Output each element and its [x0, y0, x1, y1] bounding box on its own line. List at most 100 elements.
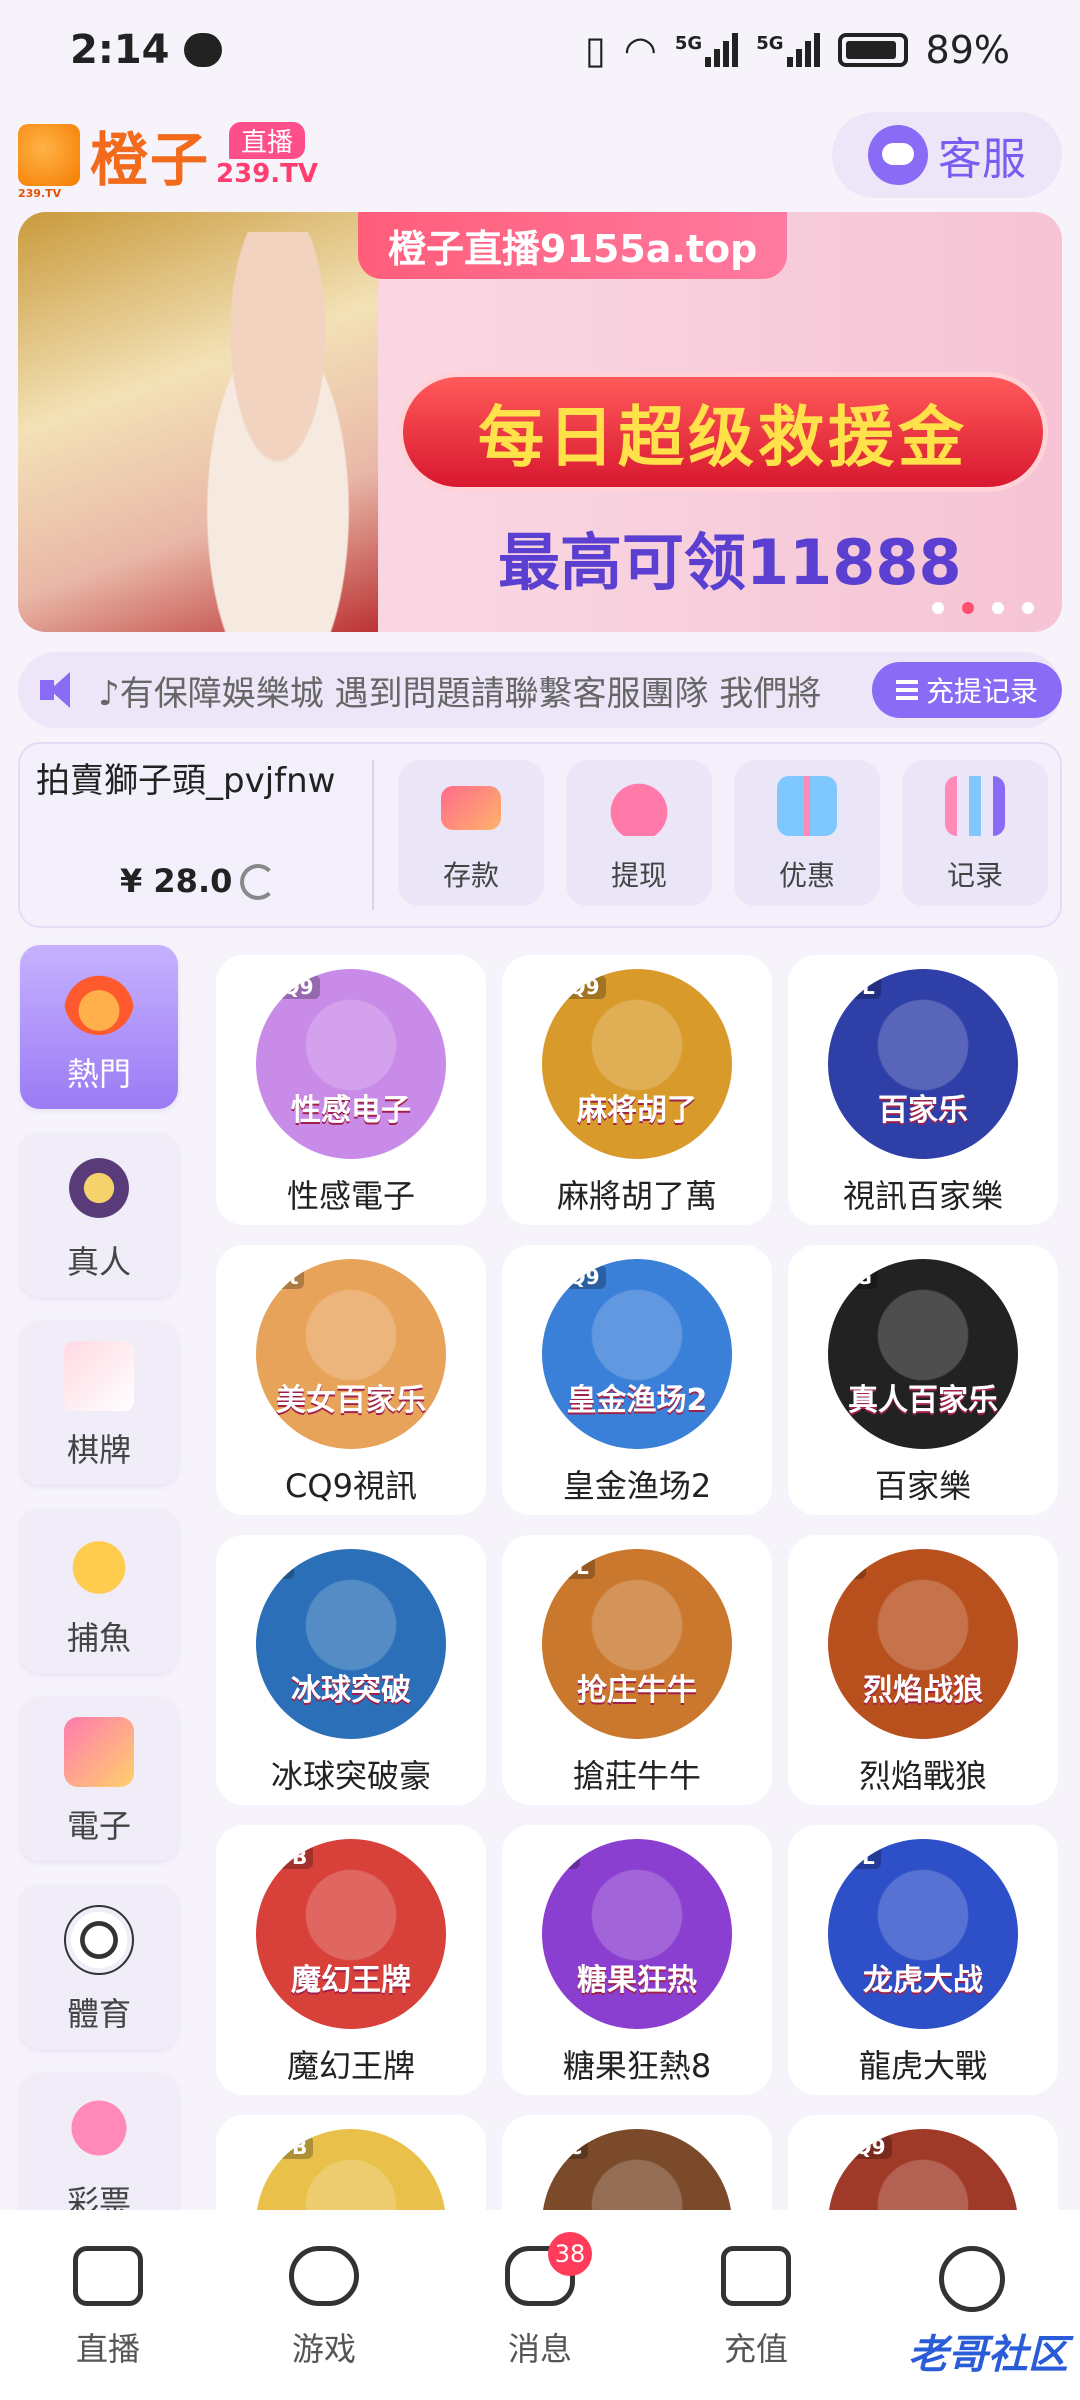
game-card[interactable]: JDB: [216, 2115, 486, 2215]
game-icon: JDB: [256, 2129, 446, 2215]
game-title-art: 百家乐: [878, 1093, 968, 1128]
game-card[interactable]: M 烈焰战狼 烈焰戰狼: [788, 1535, 1058, 1805]
game-icon: CQ9 皇金渔场2: [542, 1259, 732, 1449]
promotions-button[interactable]: 优惠: [734, 760, 880, 906]
soccer-ball-icon: [64, 1905, 134, 1975]
promo-banner[interactable]: 橙子直播9155a.top 每日超级救援金 最高可领11888: [18, 212, 1062, 632]
game-card[interactable]: WL 龙虎大战龍虎大戰: [788, 1825, 1058, 2095]
game-name: 視訊百家樂: [842, 1177, 1003, 1215]
game-icon: M 糖果狂热: [542, 1839, 732, 2029]
refresh-icon[interactable]: [240, 864, 276, 900]
record-button-label: 充提记录: [925, 675, 1038, 708]
game-card[interactable]: WL 百家乐視訊百家樂: [788, 955, 1058, 1225]
money-bag-icon: [609, 776, 669, 836]
category-sports[interactable]: 體育: [20, 1885, 178, 2049]
nav-live[interactable]: 直播: [38, 2246, 178, 2370]
game-title-art: 龙虎大战: [863, 1963, 983, 1998]
game-card[interactable]: mt 美女百家乐 CQ9視訊: [216, 1245, 486, 1515]
nav-label: 直播: [75, 2330, 140, 2368]
gift-icon: [777, 776, 837, 836]
game-provider-badge: FC: [548, 2135, 589, 2159]
records-button[interactable]: 记录: [902, 760, 1048, 906]
game-provider-badge: AG: [834, 1265, 878, 1289]
category-hot[interactable]: 熱門: [20, 945, 178, 1109]
game-icon: JDB 魔幻王牌: [256, 1839, 446, 2029]
game-icon: CQ9 性感电子: [256, 969, 446, 1159]
withdraw-button[interactable]: 提现: [566, 760, 712, 906]
nav-profile[interactable]: [902, 2246, 1042, 2330]
game-provider-badge: CQ9: [834, 2135, 892, 2159]
announcement-text: ♪有保障娛樂城 遇到問題請聯繫客服團隊 我們將: [98, 673, 822, 714]
nav-label: 游戏: [291, 2330, 356, 2368]
nav-recharge[interactable]: 充值: [686, 2246, 826, 2370]
game-name: CQ9視訊: [285, 1467, 417, 1505]
game-icon: M 冰球突破: [256, 1549, 446, 1739]
game-card[interactable]: JDB 魔幻王牌 魔幻王牌: [216, 1825, 486, 2095]
game-provider-badge: M: [834, 1555, 866, 1579]
message-notification-icon: [183, 33, 222, 67]
app-header: 橙子 直播 239.TV 客服: [0, 100, 1080, 210]
list-icon: [895, 680, 918, 700]
fire-icon: [64, 965, 134, 1035]
game-provider-badge: JDB: [262, 2135, 314, 2159]
game-card[interactable]: CQ9 皇金渔场2 皇金渔场2: [502, 1245, 772, 1515]
card-icon: [64, 1341, 134, 1411]
game-card[interactable]: M 糖果狂热 糖果狂熱8: [502, 1825, 772, 2095]
category-label: 體育: [66, 1995, 131, 2033]
signal-icon-2: 5G: [756, 33, 820, 67]
game-provider-badge: CQ9: [548, 1265, 606, 1289]
game-title-art: 真人百家乐: [848, 1383, 998, 1418]
camera-icon: [73, 2246, 143, 2306]
category-label: 棋牌: [66, 1431, 131, 1469]
game-provider-badge: WL: [834, 1845, 881, 1869]
slot-icon: [64, 1717, 134, 1787]
game-title-art: 麻将胡了: [577, 1093, 697, 1128]
banner-dot-active[interactable]: [962, 602, 974, 614]
bottom-navigation: 直播 游戏 38 消息 充值 老哥社区: [0, 2210, 1080, 2400]
game-card[interactable]: M 冰球突破冰球突破豪: [216, 1535, 486, 1805]
game-provider-badge: mt: [262, 1265, 305, 1289]
deposit-button[interactable]: 存款: [398, 760, 544, 906]
category-live[interactable]: 真人: [20, 1133, 178, 1297]
game-icon: WL 抢庄牛牛: [542, 1549, 732, 1739]
game-card[interactable]: CQ9 麻将胡了 麻將胡了萬: [502, 955, 772, 1225]
game-name: 龍虎大戰: [858, 2047, 987, 2085]
banner-model-image: [168, 232, 388, 632]
deposit-withdraw-record-button[interactable]: 充提记录: [872, 662, 1062, 718]
customer-service-label: 客服: [938, 134, 1026, 185]
quick-actions: 存款 提现 优惠 记录: [398, 760, 1048, 906]
game-icon: CQ9 麻将胡了: [542, 969, 732, 1159]
game-card[interactable]: AG 真人百家乐百家樂: [788, 1245, 1058, 1515]
banner-headline: 每日超级救援金: [398, 372, 1048, 492]
game-icon: WL 龙虎大战: [828, 1839, 1018, 2029]
category-cards[interactable]: 棋牌: [20, 1321, 178, 1485]
records-label: 记录: [946, 859, 1003, 892]
game-icon: M 烈焰战狼: [828, 1549, 1018, 1739]
vibrate-icon: ▯: [584, 28, 606, 72]
category-fishing[interactable]: 捕魚: [20, 1509, 178, 1673]
game-grid: CQ9 性感电子 性感電子 CQ9 麻将胡了 麻將胡了萬 WL 百家乐 視訊百家樂 mt 美女百家乐…: [216, 955, 1066, 2215]
banner-pagination[interactable]: [932, 602, 1034, 614]
category-slots[interactable]: 電子: [20, 1697, 178, 1861]
banner-dot[interactable]: [1022, 602, 1034, 614]
game-title-art: 皇金渔场2: [566, 1383, 708, 1418]
banner-dot[interactable]: [992, 602, 1004, 614]
game-card[interactable]: CQ9 性感电子 性感電子: [216, 955, 486, 1225]
game-name: 冰球突破豪: [270, 1757, 431, 1795]
game-title-art: 抢庄牛牛: [577, 1673, 697, 1708]
nav-messages[interactable]: 38 消息: [470, 2232, 610, 2370]
signal-icon: 5G: [675, 33, 739, 67]
game-provider-badge: WL: [834, 975, 881, 999]
game-card[interactable]: CQ9: [788, 2115, 1058, 2215]
game-card[interactable]: FC: [502, 2115, 772, 2215]
game-card[interactable]: WL 抢庄牛牛 搶莊牛牛: [502, 1535, 772, 1805]
unread-badge: 38: [548, 2232, 592, 2276]
fish-icon: [64, 1529, 134, 1599]
account-balance: ¥ 28.0: [120, 862, 233, 900]
customer-service-button[interactable]: 客服: [832, 112, 1062, 198]
game-name: 百家樂: [874, 1467, 971, 1505]
game-title-art: 美女百家乐: [276, 1383, 426, 1418]
banner-dot[interactable]: [932, 602, 944, 614]
game-provider-badge: CQ9: [548, 975, 606, 999]
nav-games[interactable]: 游戏: [254, 2246, 394, 2370]
